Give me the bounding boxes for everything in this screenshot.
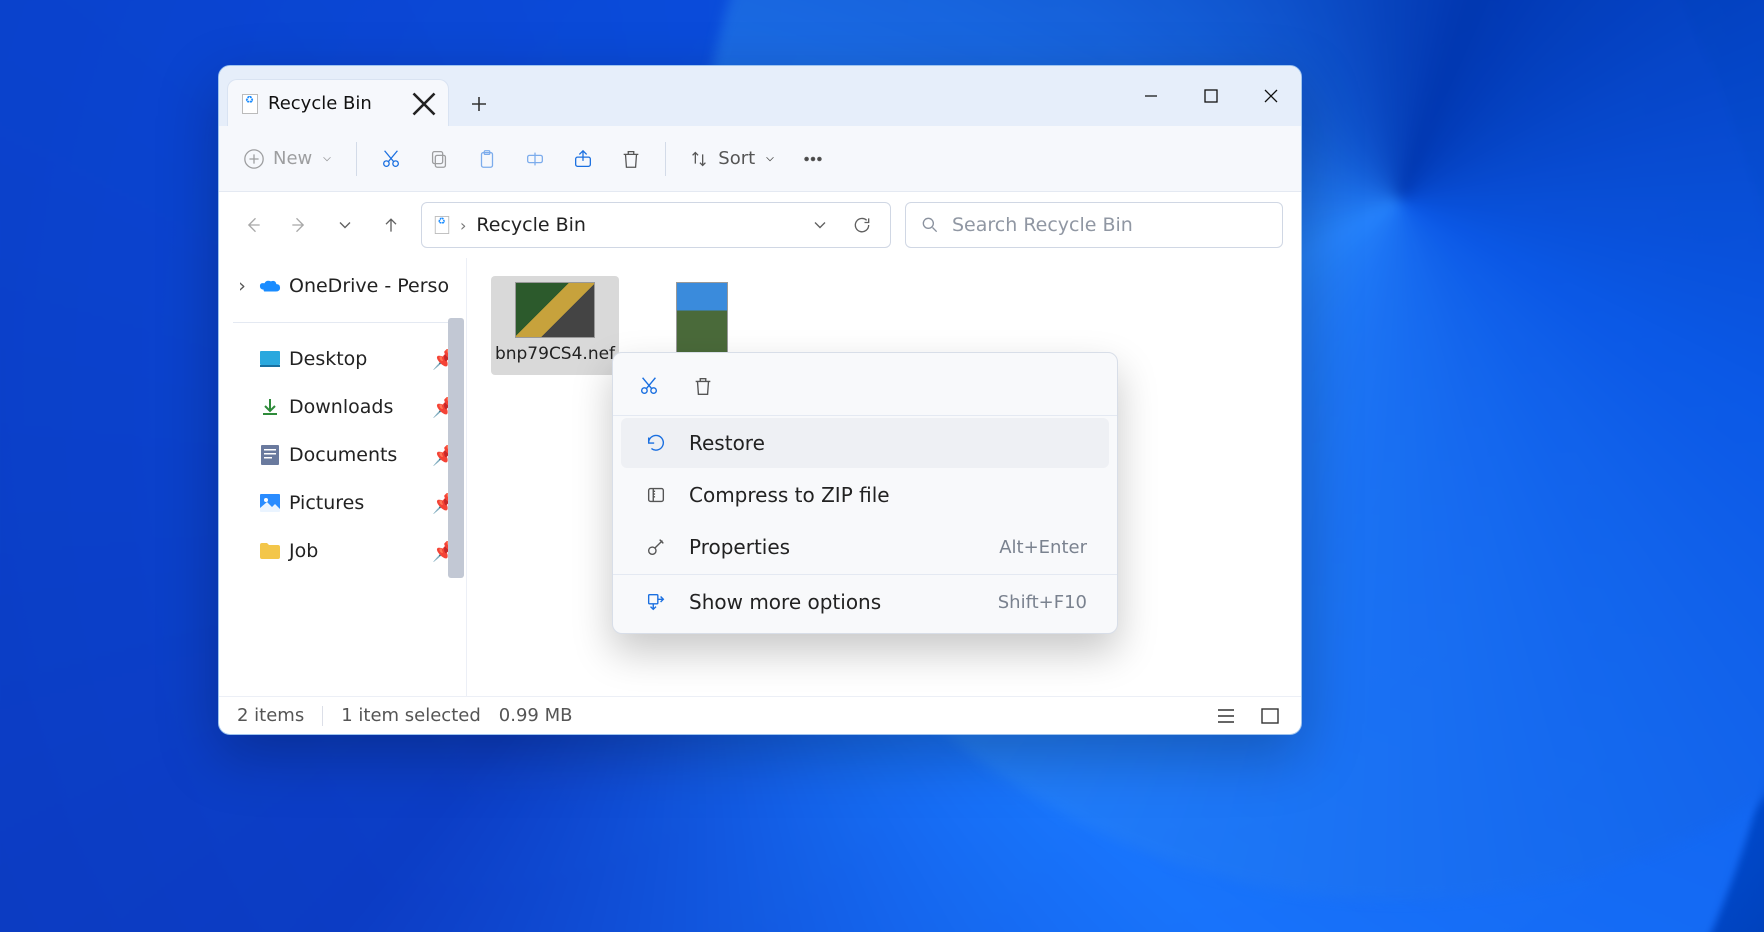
tab-recycle-bin[interactable]: Recycle Bin (227, 79, 449, 127)
file-item[interactable]: bnp79CS4.nef (491, 276, 619, 375)
sidebar-item-onedrive[interactable]: › OneDrive - Perso (219, 262, 466, 310)
context-menu-show-more[interactable]: Show more options Shift+F10 (621, 577, 1109, 627)
details-view-button[interactable] (1213, 705, 1239, 727)
context-menu-restore[interactable]: Restore (621, 418, 1109, 468)
new-button[interactable]: New (233, 137, 344, 181)
delete-icon[interactable] (689, 372, 717, 400)
sidebar-item-label: Desktop (289, 348, 367, 370)
documents-icon (259, 444, 281, 466)
more-options-icon (643, 591, 669, 613)
nav-scrollbar[interactable] (448, 318, 464, 578)
body: › OneDrive - Perso Desktop 📌 Downloads 📌 (219, 258, 1301, 696)
tab-close-button[interactable] (410, 90, 438, 118)
context-menu-shortcut: Shift+F10 (998, 592, 1087, 613)
sidebar-item-documents[interactable]: Documents 📌 (219, 431, 466, 479)
forward-button[interactable] (283, 209, 315, 241)
folder-icon (259, 540, 281, 562)
navigation-pane: › OneDrive - Perso Desktop 📌 Downloads 📌 (219, 258, 467, 696)
window-controls (1121, 66, 1301, 126)
chevron-right-icon: › (233, 275, 251, 297)
context-menu-shortcut: Alt+Enter (999, 537, 1087, 558)
search-input[interactable] (952, 214, 1268, 236)
more-button[interactable] (791, 137, 835, 181)
chevron-right-icon: › (460, 216, 466, 235)
close-window-button[interactable] (1241, 72, 1301, 120)
file-name: bnp79CS4.nef (495, 344, 615, 365)
desktop-icon (259, 348, 281, 370)
context-menu: Restore Compress to ZIP file Properties … (612, 352, 1118, 634)
recycle-bin-icon (435, 216, 449, 234)
sidebar-item-pictures[interactable]: Pictures 📌 (219, 479, 466, 527)
file-explorer-window: Recycle Bin New Sort (218, 65, 1302, 735)
context-menu-compress[interactable]: Compress to ZIP file (621, 470, 1109, 520)
restore-icon (643, 432, 669, 454)
address-bar[interactable]: › Recycle Bin (421, 202, 891, 248)
share-button[interactable] (561, 137, 605, 181)
recycle-bin-icon (242, 94, 258, 114)
minimize-button[interactable] (1121, 72, 1181, 120)
sidebar-item-job[interactable]: Job 📌 (219, 527, 466, 575)
content-area[interactable]: bnp79CS4.nef Restore Compress to ZIP (467, 258, 1301, 696)
sort-button[interactable]: Sort (678, 137, 787, 181)
file-thumbnail (676, 282, 728, 362)
context-menu-label: Properties (689, 535, 790, 559)
context-menu-label: Show more options (689, 590, 881, 614)
maximize-button[interactable] (1181, 72, 1241, 120)
file-thumbnail (515, 282, 595, 338)
search-bar[interactable] (905, 202, 1283, 248)
sidebar-item-label: Pictures (289, 492, 364, 514)
status-item-count: 2 items (237, 705, 304, 726)
back-button[interactable] (237, 209, 269, 241)
sidebar-item-downloads[interactable]: Downloads 📌 (219, 383, 466, 431)
context-menu-label: Compress to ZIP file (689, 483, 890, 507)
tab-strip: Recycle Bin (219, 66, 1301, 126)
status-selection: 1 item selected (341, 705, 481, 726)
sidebar-item-label: Job (289, 540, 318, 562)
onedrive-icon (259, 275, 281, 297)
cut-icon[interactable] (635, 372, 663, 400)
new-button-label: New (273, 148, 312, 169)
status-bar: 2 items 1 item selected 0.99 MB (219, 696, 1301, 734)
breadcrumb-location[interactable]: Recycle Bin (476, 214, 586, 236)
recent-locations-button[interactable] (329, 209, 361, 241)
pictures-icon (259, 492, 281, 514)
properties-icon (643, 536, 669, 558)
downloads-icon (259, 396, 281, 418)
thumbnails-view-button[interactable] (1257, 705, 1283, 727)
sidebar-item-label: OneDrive - Perso (289, 275, 449, 297)
search-icon (920, 215, 940, 235)
cut-button[interactable] (369, 137, 413, 181)
sort-button-label: Sort (718, 148, 755, 169)
history-dropdown-button[interactable] (804, 209, 836, 241)
delete-button[interactable] (609, 137, 653, 181)
refresh-button[interactable] (846, 209, 878, 241)
context-menu-properties[interactable]: Properties Alt+Enter (621, 522, 1109, 572)
zip-icon (643, 484, 669, 506)
context-menu-label: Restore (689, 431, 765, 455)
tab-title: Recycle Bin (268, 93, 400, 114)
new-tab-button[interactable] (457, 82, 501, 126)
sidebar-item-label: Documents (289, 444, 397, 466)
status-size: 0.99 MB (499, 705, 573, 726)
up-button[interactable] (375, 209, 407, 241)
address-row: › Recycle Bin (219, 192, 1301, 258)
sidebar-item-desktop[interactable]: Desktop 📌 (219, 335, 466, 383)
copy-button[interactable] (417, 137, 461, 181)
rename-button[interactable] (513, 137, 557, 181)
toolbar: New Sort (219, 126, 1301, 192)
sidebar-item-label: Downloads (289, 396, 393, 418)
paste-button[interactable] (465, 137, 509, 181)
